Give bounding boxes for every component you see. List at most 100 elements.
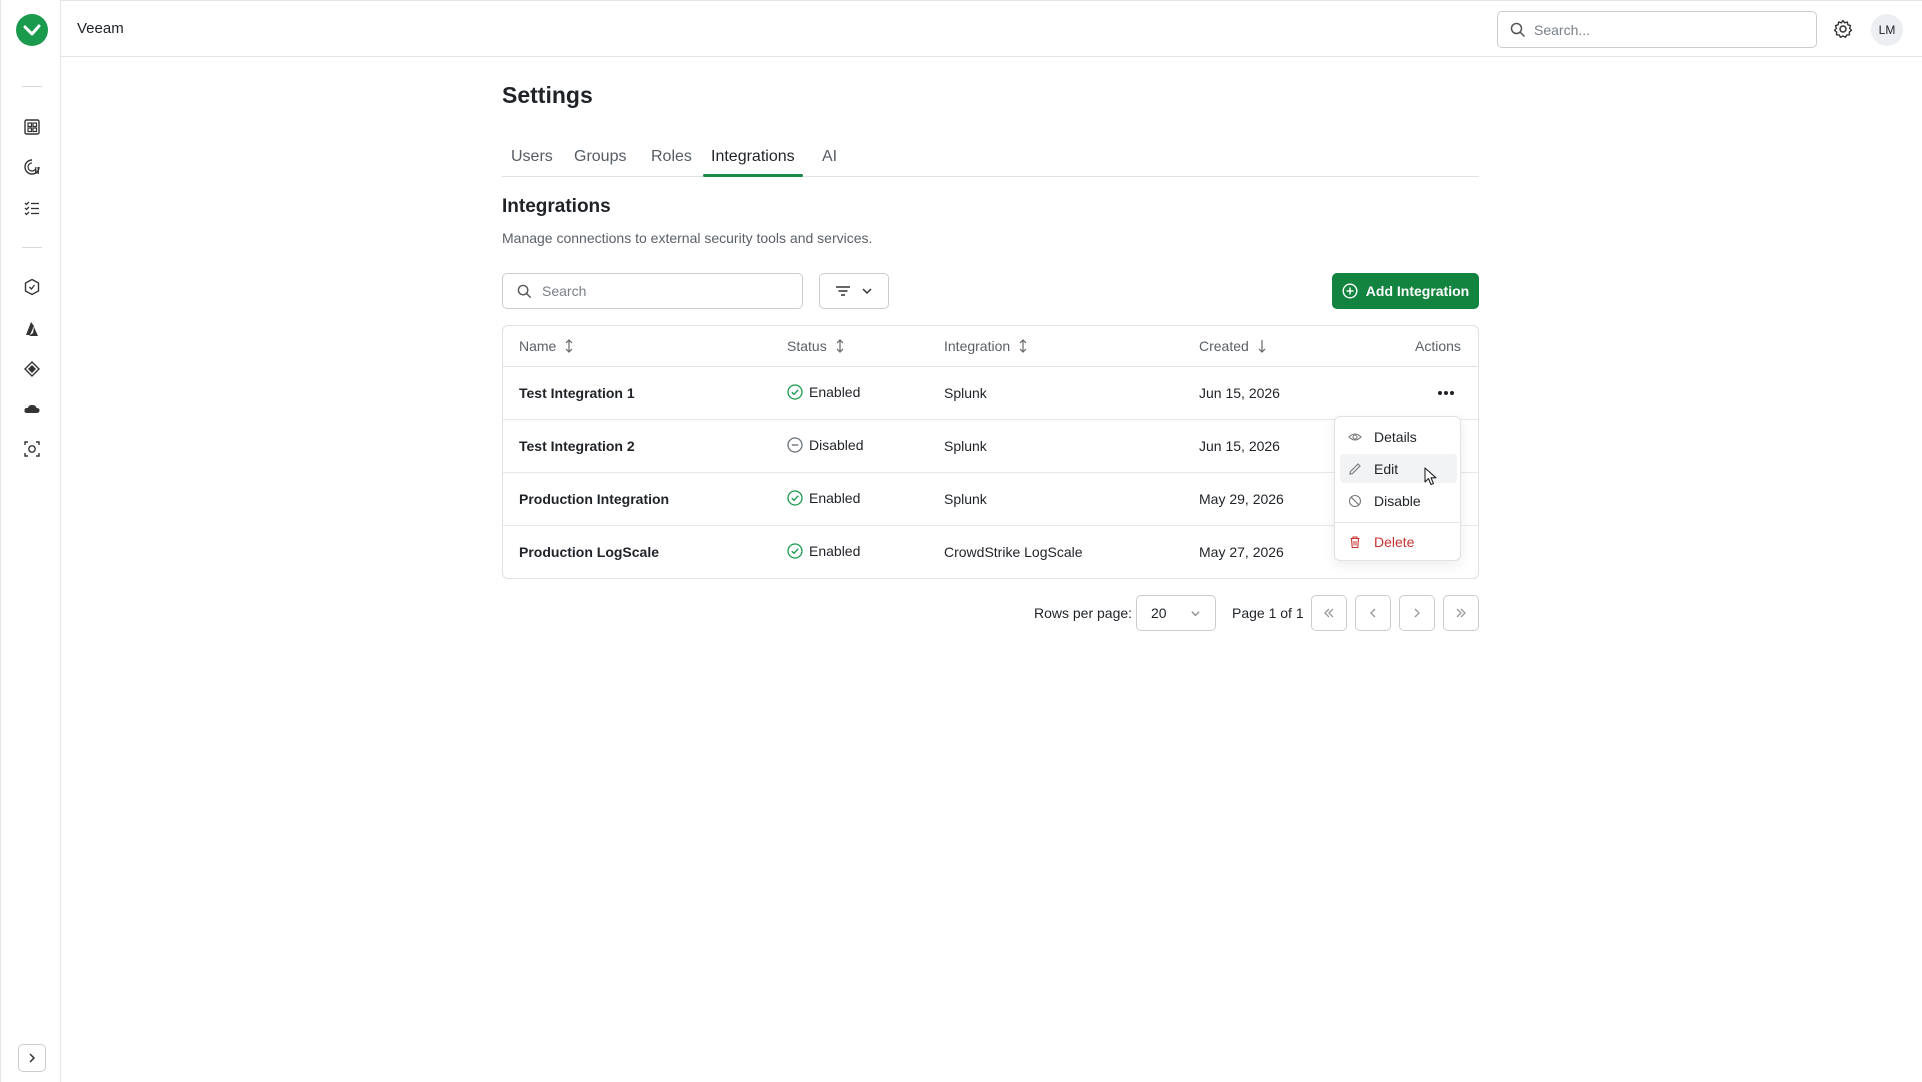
rows-per-page-label: Rows per page:: [1034, 605, 1133, 621]
global-search[interactable]: [1497, 11, 1817, 48]
tab-users[interactable]: Users: [511, 148, 553, 166]
row-created: Jun 15, 2026: [1199, 438, 1280, 454]
table-search[interactable]: [502, 273, 803, 309]
chevron-down-icon: [1191, 610, 1200, 616]
column-header-actions: Actions: [1415, 338, 1461, 354]
tab-groups[interactable]: Groups: [574, 148, 626, 166]
tab-roles[interactable]: Roles: [651, 148, 692, 166]
check-circle-icon: [787, 543, 803, 559]
trash-icon: [1350, 535, 1360, 548]
status-text: Enabled: [809, 384, 861, 400]
minus-circle-icon: [787, 437, 803, 453]
scan-icon[interactable]: [20, 437, 44, 461]
sort-icon: [836, 339, 844, 353]
row-status: Enabled: [787, 490, 860, 506]
column-label: Integration: [944, 338, 1011, 354]
chevrons-left-icon: [1324, 608, 1334, 618]
chevrons-right-icon: [1456, 608, 1466, 618]
avatar[interactable]: LM: [1871, 14, 1903, 46]
menu-item-details[interactable]: Details: [1340, 422, 1457, 451]
column-label: Name: [519, 338, 557, 354]
row-integration: CrowdStrike LogScale: [944, 544, 1083, 560]
table-header: Name Status Integration Created Actions: [503, 326, 1478, 367]
table-row[interactable]: Production Integration Enabled Splunk Ma…: [503, 473, 1478, 526]
last-page-button[interactable]: [1443, 595, 1479, 631]
row-status: Enabled: [787, 543, 860, 559]
chevron-right-icon: [1414, 608, 1420, 618]
row-created: Jun 15, 2026: [1199, 385, 1280, 401]
column-label: Created: [1199, 338, 1249, 354]
menu-item-label: Details: [1374, 428, 1417, 445]
eye-icon: [1348, 432, 1362, 441]
filter-button[interactable]: [819, 273, 889, 309]
gear-icon[interactable]: [1832, 18, 1854, 40]
sidebar-expand-button[interactable]: [18, 1044, 46, 1072]
checklist-icon[interactable]: [20, 196, 44, 220]
tab-ai[interactable]: AI: [822, 148, 837, 166]
check-circle-icon: [787, 490, 803, 506]
sort-icon: [565, 339, 573, 353]
pencil-icon: [1349, 462, 1361, 475]
column-label: Status: [787, 338, 827, 354]
rows-per-page-select[interactable]: 20: [1136, 595, 1216, 631]
column-header-created[interactable]: Created: [1199, 338, 1267, 354]
table-row[interactable]: Test Integration 1 Enabled Splunk Jun 15…: [503, 367, 1478, 420]
plus-circle-icon: [1342, 283, 1358, 299]
next-page-button[interactable]: [1399, 595, 1435, 631]
menu-item-disable[interactable]: Disable: [1340, 486, 1457, 515]
settings-tabs: Users Groups Roles Integrations AI: [502, 145, 1479, 177]
filter-icon: [836, 286, 850, 296]
page-info: Page 1 of 1: [1232, 605, 1304, 621]
global-search-input[interactable]: [1534, 21, 1804, 38]
table-search-input[interactable]: [542, 283, 792, 299]
column-header-integration[interactable]: Integration: [944, 338, 1028, 354]
layers-icon[interactable]: [20, 357, 44, 381]
menu-item-label: Delete: [1374, 533, 1415, 550]
cloud-icon[interactable]: [20, 397, 44, 421]
shield-icon[interactable]: [20, 275, 44, 299]
row-name: Test Integration 2: [519, 438, 635, 454]
row-created: May 27, 2026: [1199, 544, 1284, 560]
row-actions-menu: Details Edit Disable Delete: [1334, 416, 1461, 561]
table-row[interactable]: Production LogScale Enabled CrowdStrike …: [503, 526, 1478, 578]
dashboard-icon[interactable]: [20, 115, 44, 139]
sidebar-divider: [22, 247, 42, 248]
row-integration: Splunk: [944, 491, 987, 507]
arrow-down-icon: [1258, 340, 1266, 353]
chevron-down-icon: [862, 288, 872, 295]
veeam-logo-icon[interactable]: [16, 14, 48, 46]
column-header-name[interactable]: Name: [519, 338, 574, 354]
column-header-status[interactable]: Status: [787, 338, 845, 354]
rows-per-page-value: 20: [1151, 605, 1167, 621]
row-actions-button[interactable]: [1433, 381, 1459, 405]
row-integration: Splunk: [944, 438, 987, 454]
status-text: Enabled: [809, 490, 861, 506]
integrations-table: Name Status Integration Created Actions …: [502, 325, 1479, 579]
more-horizontal-icon: [1438, 391, 1454, 395]
table-row[interactable]: Test Integration 2 Disabled Splunk Jun 1…: [503, 420, 1478, 473]
row-created: May 29, 2026: [1199, 491, 1284, 507]
menu-item-edit[interactable]: Edit: [1340, 454, 1457, 483]
mouse-cursor-icon: [1424, 467, 1437, 486]
row-status: Disabled: [787, 437, 863, 453]
row-name: Test Integration 1: [519, 385, 635, 401]
top-header: Veeam LM: [61, 0, 1922, 57]
status-text: Enabled: [809, 543, 861, 559]
menu-item-label: Disable: [1374, 492, 1421, 509]
row-name: Production Integration: [519, 491, 670, 507]
azure-icon[interactable]: [20, 317, 44, 341]
add-integration-button[interactable]: Add Integration: [1332, 273, 1479, 309]
menu-item-delete[interactable]: Delete: [1340, 527, 1457, 556]
app-name: Veeam: [77, 20, 124, 37]
sidebar-divider: [22, 86, 42, 87]
row-status: Enabled: [787, 384, 860, 400]
section-title: Integrations: [502, 196, 611, 217]
analytics-icon[interactable]: [20, 155, 44, 179]
status-text: Disabled: [809, 437, 864, 453]
menu-divider: [1335, 522, 1460, 523]
first-page-button[interactable]: [1311, 595, 1347, 631]
ban-icon: [1348, 494, 1362, 507]
chevron-left-icon: [1370, 608, 1376, 618]
tab-integrations[interactable]: Integrations: [711, 148, 795, 166]
previous-page-button[interactable]: [1355, 595, 1391, 631]
